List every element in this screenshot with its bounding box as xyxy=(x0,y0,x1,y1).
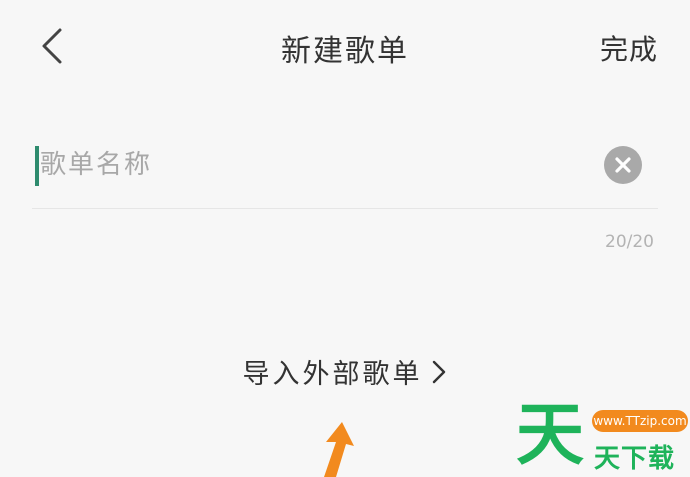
watermark-big-char: 天 xyxy=(516,396,585,475)
playlist-name-input[interactable] xyxy=(40,140,580,190)
watermark-text: 天下载 xyxy=(594,444,676,474)
header-bar: 新建歌单 完成 xyxy=(0,0,690,95)
clear-button[interactable] xyxy=(604,146,642,184)
chevron-right-icon xyxy=(432,360,445,383)
watermark-logo: 天 www.TTzip.com 天下载 xyxy=(510,400,690,477)
clear-circle-icon xyxy=(615,157,631,173)
text-caret xyxy=(35,146,39,186)
playlist-name-row xyxy=(32,130,658,209)
character-counter: 20/20 xyxy=(605,232,654,252)
page-title: 新建歌单 xyxy=(281,34,409,69)
watermark-url: www.TTzip.com xyxy=(592,410,688,432)
arrow-up-icon xyxy=(324,422,354,477)
done-button[interactable]: 完成 xyxy=(600,28,658,68)
import-label: 导入外部歌单 xyxy=(242,359,423,390)
import-external-playlist-button[interactable]: 导入外部歌单 xyxy=(0,352,690,391)
